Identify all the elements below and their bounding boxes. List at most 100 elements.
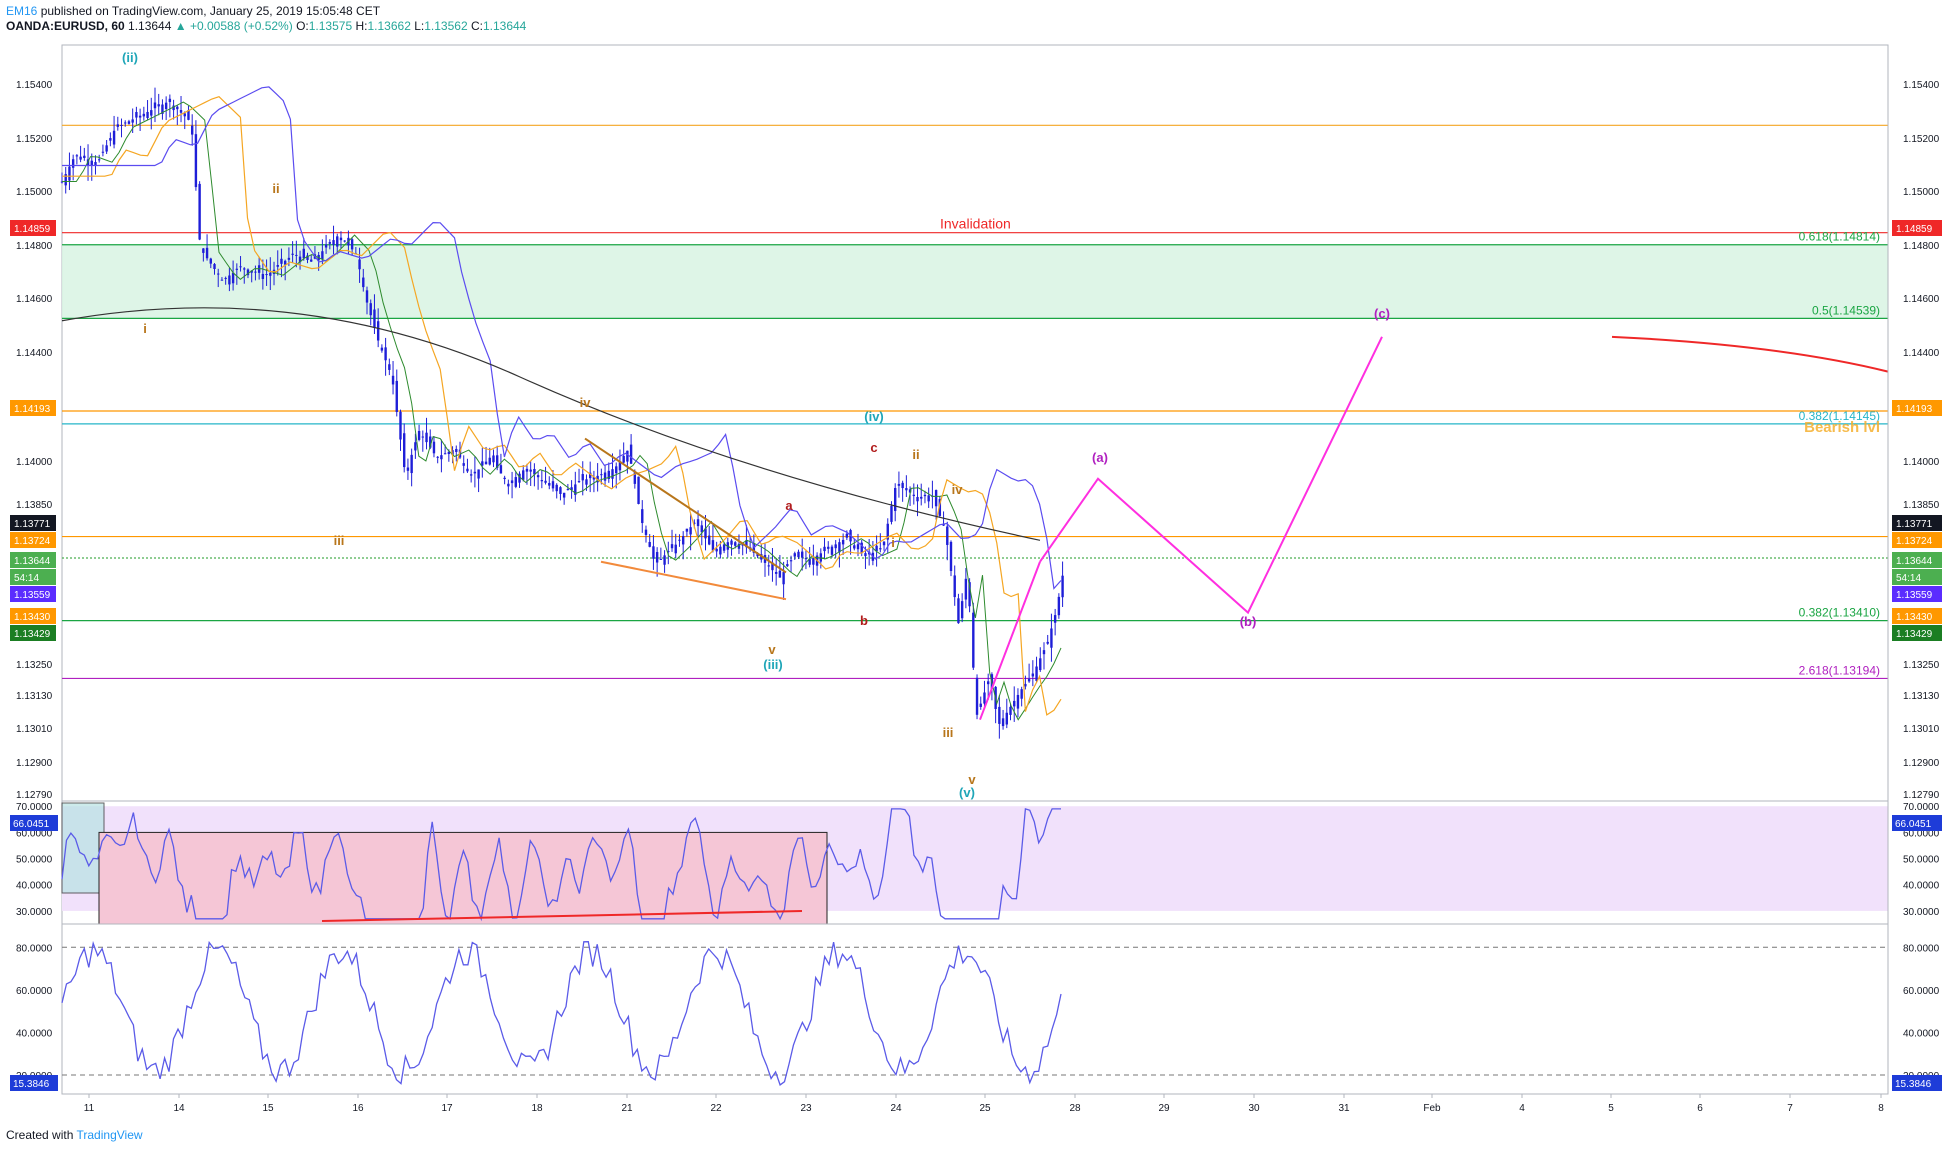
candle-body <box>228 275 231 285</box>
time-tick: 17 <box>441 1103 453 1114</box>
candle-body <box>644 529 648 535</box>
rsi-tick-right: 40.0000 <box>1903 881 1940 892</box>
axes-layer: 1.15400 1.15400 1.15200 1.15200 1.15000 1.150… <box>10 45 1942 1114</box>
wave-label: iii <box>943 725 954 740</box>
candle-body <box>972 612 975 668</box>
ma-slow-line <box>62 86 1062 590</box>
price-tick-right: 1.13010 <box>1903 724 1940 735</box>
candle-body <box>544 480 547 483</box>
candle-body <box>856 544 860 550</box>
candle-body <box>600 474 603 476</box>
candle-body <box>786 564 789 567</box>
candle-body <box>722 544 726 551</box>
candle-body <box>291 253 294 255</box>
candle-body <box>615 466 618 474</box>
candle-body <box>841 539 845 545</box>
price-tick-left: 1.13850 <box>16 500 53 511</box>
wave-label: iii <box>334 533 345 548</box>
price-tag-right-text: 1.13724 <box>1896 536 1933 547</box>
time-tick: 23 <box>800 1103 812 1114</box>
candle-body <box>153 102 157 109</box>
tradingview-logo[interactable]: TradingView <box>77 1128 143 1142</box>
candle-body <box>97 159 101 161</box>
candle-body <box>477 469 480 479</box>
candle-body <box>455 448 458 452</box>
candle-body <box>674 544 677 554</box>
fib-zone <box>62 244 1888 319</box>
candle-body <box>681 536 685 545</box>
candle-body <box>376 321 380 341</box>
time-tick: 6 <box>1697 1103 1703 1114</box>
candle-body <box>715 548 718 552</box>
wave-label: i <box>891 535 895 550</box>
candle-body <box>421 436 425 438</box>
candle-body <box>548 482 551 486</box>
price-tag-left-text: 1.14859 <box>14 224 51 235</box>
candle-body <box>912 494 915 496</box>
rsi-tick-right: 70.0000 <box>1903 802 1940 813</box>
wave-label: (ii) <box>122 50 138 65</box>
candle-body <box>358 259 361 270</box>
candle-body <box>1042 650 1046 655</box>
level-label: Invalidation <box>940 216 1011 232</box>
candle-body <box>280 258 283 264</box>
candle-body <box>443 453 447 455</box>
time-tick: 8 <box>1878 1103 1884 1114</box>
candle-body <box>525 468 529 472</box>
time-tick: 11 <box>84 1103 95 1114</box>
candle-body <box>231 272 235 284</box>
candle-body <box>510 480 514 484</box>
candle-body <box>135 112 138 118</box>
candle-body <box>362 277 365 288</box>
wave-label: ii <box>912 447 919 462</box>
price-pane[interactable]: Invalidation 0.618(1.14814) 0.5(1.14539) 0.… <box>60 50 1889 800</box>
price-tag-right-text: 1.13430 <box>1896 612 1933 623</box>
price-tag-right-text: 1.13429 <box>1896 629 1933 640</box>
candle-body <box>559 487 562 494</box>
stochastic-pane[interactable] <box>61 940 1888 1086</box>
candle-body <box>522 470 525 480</box>
candle-body <box>101 151 105 153</box>
time-tick: 31 <box>1338 1103 1350 1114</box>
candle-body <box>127 121 131 124</box>
price-tick-right: 1.15000 <box>1903 187 1940 198</box>
candle-body <box>198 183 201 240</box>
candle-body <box>492 455 495 463</box>
candle-body <box>797 551 800 558</box>
candle-body <box>986 681 990 685</box>
candle-body <box>648 541 651 547</box>
rsi-tick-left: 70.0000 <box>16 802 53 813</box>
candle-body <box>670 544 674 549</box>
candle-body <box>641 509 644 524</box>
candle-body <box>934 490 938 507</box>
wedge-lower-line <box>600 560 787 601</box>
candle-body <box>395 380 398 412</box>
created-with-text: Created with <box>6 1128 74 1142</box>
candle-body <box>562 492 566 498</box>
candle-body <box>432 441 436 454</box>
chart-canvas[interactable]: Invalidation 0.618(1.14814) 0.5(1.14539) 0.… <box>0 0 1951 1154</box>
rsi-pane[interactable] <box>61 802 1888 925</box>
candle-body <box>946 526 949 545</box>
price-tick-right: 1.15200 <box>1903 134 1940 145</box>
price-tag-right-text: 1.14193 <box>1896 404 1933 415</box>
time-tick: 29 <box>1158 1103 1170 1114</box>
time-tick: 7 <box>1787 1103 1793 1114</box>
candle-body <box>1020 689 1023 699</box>
price-tick-left: 1.15200 <box>16 134 53 145</box>
price-tick-right: 1.13250 <box>1903 660 1940 671</box>
candle-body <box>949 541 953 572</box>
candle-body <box>957 598 960 624</box>
candle-body <box>436 456 439 458</box>
candle-body <box>897 483 901 486</box>
candle-body <box>1061 575 1064 598</box>
candle-body <box>551 481 555 489</box>
price-tick-right: 1.13850 <box>1903 500 1940 511</box>
wave-label: b <box>860 613 868 628</box>
wave-label: (b) <box>1240 614 1257 629</box>
candle-body <box>213 264 216 269</box>
wave-label: i <box>143 321 147 336</box>
candle-body <box>853 545 856 549</box>
candle-body <box>68 166 71 181</box>
rsi-tick-left: 50.0000 <box>16 855 53 866</box>
